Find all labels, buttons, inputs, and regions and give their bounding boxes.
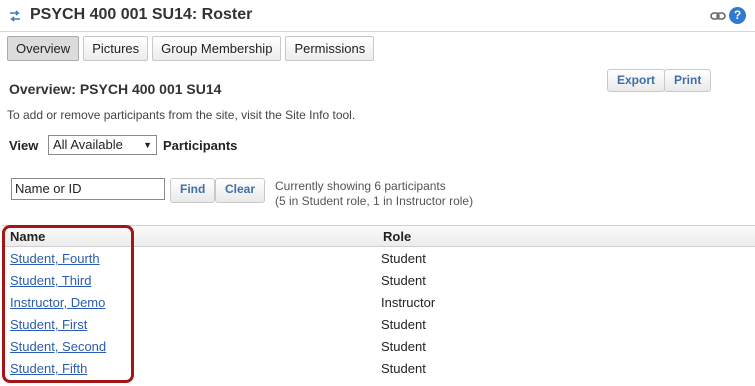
dropdown-arrow-icon: ▼ — [143, 140, 152, 150]
link-icon[interactable] — [710, 9, 726, 23]
tool-tabs: Overview Pictures Group Membership Permi… — [7, 36, 375, 61]
tab-permissions[interactable]: Permissions — [285, 36, 375, 61]
participant-role: Student — [381, 273, 426, 288]
participant-role: Student — [381, 361, 426, 376]
swap-arrows-icon[interactable] — [9, 9, 21, 23]
participants-label: Participants — [163, 138, 238, 153]
tab-pictures[interactable]: Pictures — [83, 36, 149, 61]
overview-heading: Overview: PSYCH 400 001 SU14 — [9, 81, 222, 97]
showing-line-2: (5 in Student role, 1 in Instructor role… — [275, 194, 474, 208]
name-column-highlight-annotation — [2, 225, 134, 383]
tab-overview[interactable]: Overview — [7, 36, 80, 61]
participant-role: Student — [381, 317, 426, 332]
tab-group-membership[interactable]: Group Membership — [152, 36, 282, 61]
search-input[interactable]: Name or ID — [11, 178, 165, 200]
find-button[interactable]: Find — [170, 178, 216, 203]
print-button[interactable]: Print — [664, 69, 712, 92]
view-label: View — [9, 138, 39, 153]
participant-role: Instructor — [381, 295, 436, 310]
tool-titlebar: PSYCH 400 001 SU14: Roster ? — [0, 0, 755, 32]
column-header-role[interactable]: Role — [383, 229, 411, 244]
export-button[interactable]: Export — [607, 69, 666, 92]
showing-line-1: Currently showing 6 participants — [275, 179, 446, 193]
page-title: PSYCH 400 001 SU14: Roster — [30, 6, 253, 23]
clear-button[interactable]: Clear — [215, 178, 266, 203]
view-selected-value: All Available — [53, 137, 123, 152]
participant-count-summary: Currently showing 6 participants (5 in S… — [275, 179, 473, 209]
site-info-instructions: To add or remove participants from the s… — [7, 108, 356, 122]
participant-role: Student — [381, 251, 426, 266]
view-filter-select[interactable]: All Available ▼ — [48, 135, 157, 155]
help-icon[interactable]: ? — [729, 7, 746, 24]
participant-role: Student — [381, 339, 426, 354]
